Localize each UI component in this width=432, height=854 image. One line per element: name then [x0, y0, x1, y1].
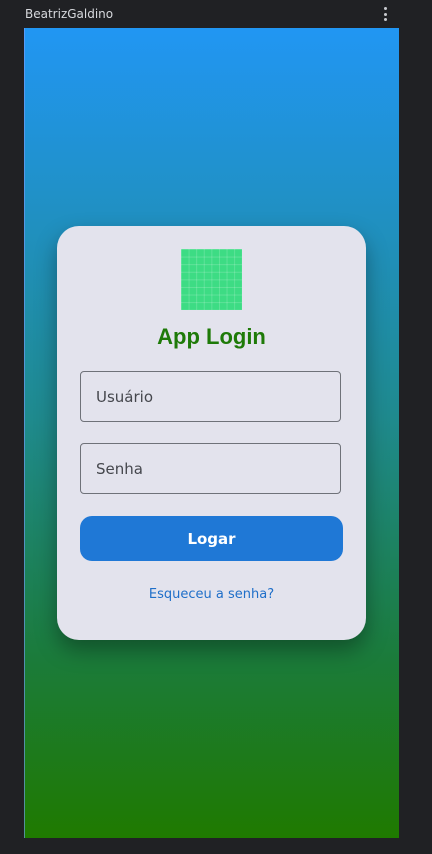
password-field[interactable] [80, 443, 341, 494]
window-titlebar: BeatrizGaldino [0, 0, 432, 28]
app-screen: App Login Logar Esqueceu a senha? [24, 28, 399, 838]
page-title: App Login [157, 324, 266, 349]
login-card: App Login Logar Esqueceu a senha? [57, 226, 366, 640]
login-button[interactable]: Logar [80, 516, 343, 561]
more-vertical-icon[interactable] [378, 5, 392, 23]
window-title: BeatrizGaldino [25, 7, 114, 21]
username-field[interactable] [80, 371, 341, 422]
forgot-password-link[interactable]: Esqueceu a senha? [57, 587, 366, 602]
app-logo-icon [181, 249, 242, 310]
